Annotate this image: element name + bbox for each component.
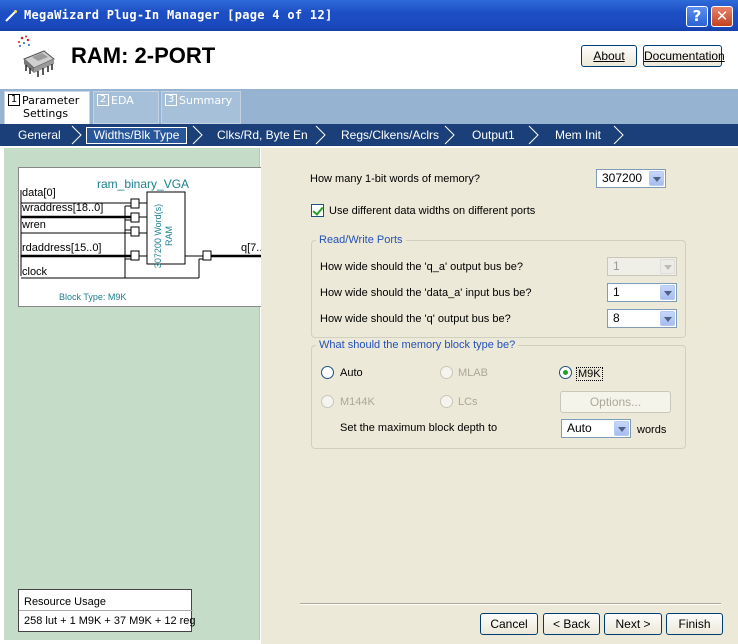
chevron-right-icon	[444, 125, 455, 145]
qa-width-select[interactable]: 1	[607, 257, 677, 276]
max-depth-value: Auto	[567, 421, 592, 435]
max-depth-unit: words	[637, 424, 667, 436]
port-clock: clock	[22, 266, 48, 278]
subtab-output1[interactable]: Output1	[472, 124, 515, 146]
subtab-widths-blk-type[interactable]: Widths/Blk Type	[86, 127, 187, 144]
qa-question: How wide should the 'q_a' output bus be?	[320, 261, 523, 273]
radio-lcs-label: LCs	[458, 396, 478, 408]
radio-mlab[interactable]	[440, 366, 453, 379]
chevron-down-icon	[649, 171, 664, 186]
main-tab-bar: 1 Parameter Settings 2 EDA 3 Summary	[0, 89, 738, 124]
q-question: How wide should the 'q' output bus be?	[320, 313, 511, 325]
tab-eda[interactable]: 2 EDA	[93, 91, 159, 124]
chevron-right-icon	[71, 125, 82, 145]
resource-divider	[19, 610, 193, 611]
resource-usage-box: Resource Usage 258 lut + 1 M9K + 37 M9K …	[18, 589, 196, 632]
chevron-right-icon	[192, 125, 203, 145]
radio-auto-label: Auto	[340, 367, 363, 379]
tab-label: Summary	[179, 94, 233, 107]
window-titlebar[interactable]: MegaWizard Plug-In Manager [page 4 of 12…	[0, 0, 738, 31]
chevron-down-icon	[660, 285, 675, 300]
chevron-right-icon	[315, 125, 326, 145]
page-title: RAM: 2-PORT	[71, 43, 216, 68]
tab-label-line1: Parameter	[22, 94, 80, 107]
about-button[interactable]: About	[581, 45, 637, 67]
documentation-button-label: Documentation	[644, 49, 725, 63]
chevron-down-icon	[660, 311, 675, 326]
words-select-value: 307200	[602, 171, 643, 185]
resource-usage-value: 258 lut + 1 M9K + 37 M9K + 12 reg	[24, 615, 196, 627]
words-select[interactable]: 307200	[596, 169, 666, 188]
subtab-mem-init[interactable]: Mem Init	[555, 124, 601, 146]
radio-m9k-label: M9K	[576, 367, 603, 381]
finish-button[interactable]: Finish	[666, 613, 723, 635]
next-button[interactable]: Next >	[604, 613, 662, 635]
radio-m144k-label: M144K	[340, 396, 375, 408]
about-button-label: About	[593, 49, 625, 63]
block-label-line1: 307200 Word(s)	[153, 203, 163, 269]
port-data: data[0]	[22, 187, 56, 199]
footer-divider	[300, 603, 721, 605]
q-width-select[interactable]: 8	[607, 309, 677, 328]
tab-label: EDA	[111, 94, 134, 107]
port-wraddress: wraddress[18..0]	[22, 202, 104, 214]
block-type-label: Block Type: M9K	[59, 292, 127, 302]
chip-logo-icon	[16, 35, 56, 79]
chevron-right-icon	[613, 125, 624, 145]
max-depth-label: Set the maximum block depth to	[340, 422, 498, 434]
max-depth-select[interactable]: Auto	[561, 419, 631, 438]
close-button[interactable]: ✕	[711, 6, 733, 27]
subtab-general[interactable]: General	[18, 124, 61, 146]
qa-width-value: 1	[613, 259, 620, 273]
chevron-down-icon	[660, 259, 675, 274]
port-wren: wren	[22, 219, 46, 231]
tab-number: 3	[165, 94, 177, 106]
subtab-regs-clkens-aclrs[interactable]: Regs/Clkens/Aclrs	[341, 124, 439, 146]
sub-tab-bar: General Widths/Blk Type Clks/Rd, Byte En…	[0, 124, 738, 146]
diff-widths-label: Use different data widths on different p…	[329, 205, 536, 217]
help-button[interactable]: ?	[686, 6, 708, 27]
radio-mlab-label: MLAB	[458, 367, 488, 379]
data-a-width-value: 1	[613, 285, 620, 299]
back-button[interactable]: < Back	[543, 613, 600, 635]
block-label-line2: RAM	[164, 226, 174, 246]
radio-lcs[interactable]	[440, 395, 453, 408]
diff-widths-checkbox[interactable]	[311, 204, 324, 217]
tab-parameter-settings[interactable]: 1 Parameter Settings	[4, 91, 90, 124]
chevron-right-icon	[528, 125, 539, 145]
memory-block-type-title: What should the memory block type be?	[316, 339, 519, 351]
radio-m9k[interactable]	[559, 366, 572, 379]
data-a-question: How wide should the 'data_a' input bus b…	[320, 287, 532, 299]
block-label: 307200 Word(s) RAM	[153, 200, 179, 272]
radio-m144k[interactable]	[321, 395, 334, 408]
cancel-button[interactable]: Cancel	[480, 613, 538, 635]
options-button[interactable]: Options...	[560, 391, 671, 413]
words-question: How many 1-bit words of memory?	[310, 173, 480, 185]
tab-number: 1	[8, 94, 20, 106]
resource-usage-title: Resource Usage	[24, 596, 106, 608]
documentation-button[interactable]: Documentation	[643, 45, 725, 67]
chevron-down-icon	[614, 421, 629, 436]
ram-symbol-diagram: ram_binary_VGA data[0] wraddress[18..0] …	[18, 167, 278, 307]
symbol-name: ram_binary_VGA	[97, 177, 190, 191]
tab-summary[interactable]: 3 Summary	[161, 91, 241, 124]
tab-label-line2: Settings	[23, 107, 69, 120]
window-title: MegaWizard Plug-In Manager [page 4 of 12…	[24, 8, 333, 22]
port-rdaddress: rdaddress[15..0]	[22, 242, 102, 254]
read-write-ports-title: Read/Write Ports	[316, 234, 406, 246]
data-a-width-select[interactable]: 1	[607, 283, 677, 302]
wizard-wand-icon	[4, 9, 18, 23]
q-width-value: 8	[613, 311, 620, 325]
radio-auto[interactable]	[321, 366, 334, 379]
subtab-clks-rd-byte-en[interactable]: Clks/Rd, Byte En	[217, 124, 308, 146]
tab-number: 2	[97, 94, 109, 106]
